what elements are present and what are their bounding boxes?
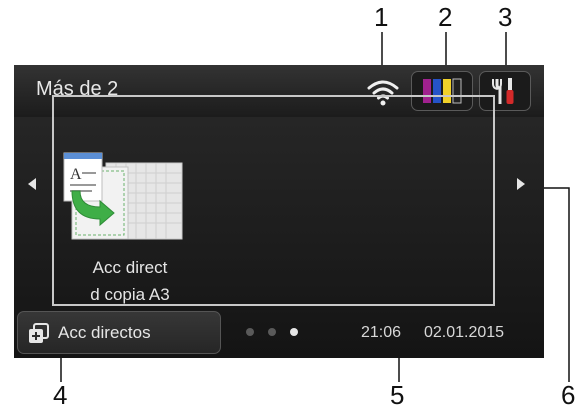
tile-label-line1: Acc direct [92,258,168,277]
page-dot[interactable] [268,328,276,336]
page-dot-active[interactable] [290,328,298,336]
status-date: 02.01.2015 [424,324,505,341]
scroll-left-arrow-icon[interactable] [28,178,36,190]
status-time: 21:06 [361,324,402,341]
shortcut-tile-label[interactable]: Acc direct d copia A3 [52,254,208,308]
page-dot[interactable] [246,328,254,336]
scroll-right-arrow-icon[interactable] [517,178,525,190]
shortcuts-button[interactable]: Acc directos [17,311,221,354]
lcd-screen: Más de 2 A Acc direct d copia A3 Acc dir… [14,65,544,358]
shortcuts-icon [29,323,49,343]
svg-text:A: A [70,166,82,183]
copy-shortcut-icon[interactable]: A [62,151,186,241]
shortcuts-label: Acc directos [58,323,151,342]
tile-label-line2: d copia A3 [90,285,170,304]
